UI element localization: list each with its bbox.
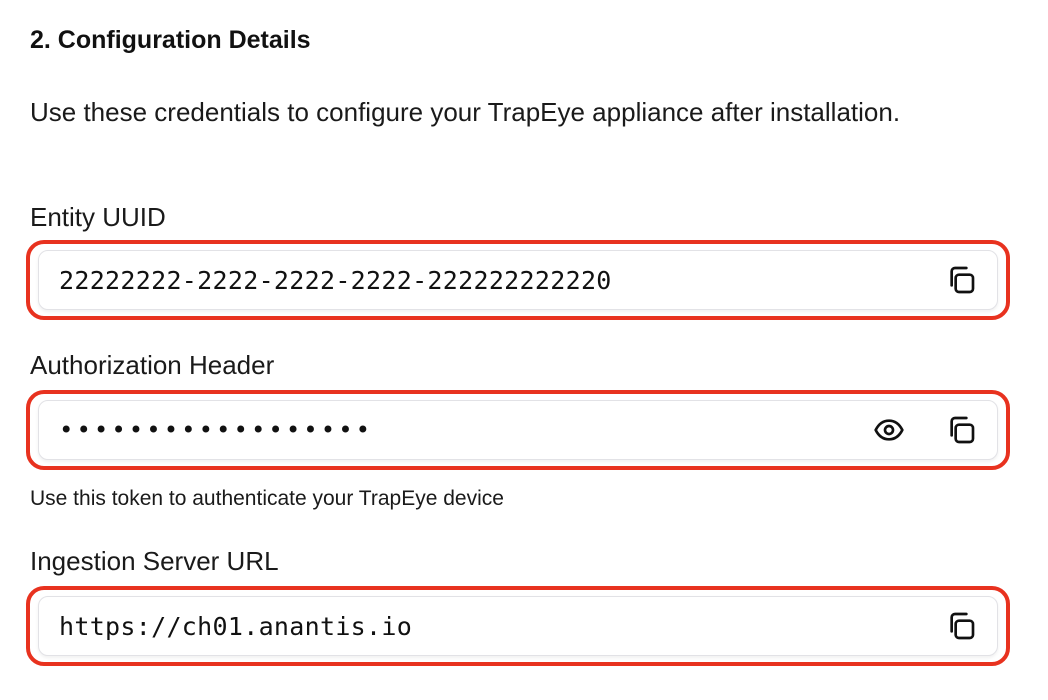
copy-icon (950, 266, 975, 294)
section-title: 2. Configuration Details (30, 26, 311, 54)
ingestion-server-url-value[interactable]: https://ch01.anantis.io (59, 612, 941, 641)
copy-authorization-header-button[interactable] (941, 410, 981, 450)
eye-icon (874, 419, 904, 441)
toggle-visibility-button[interactable] (869, 410, 909, 450)
configuration-details-section: 2. Configuration Details Use these crede… (0, 0, 1048, 700)
authorization-header-helper: Use this token to authenticate your Trap… (30, 487, 504, 510)
entity-uuid-label: Entity UUID (30, 202, 166, 232)
entity-uuid-field[interactable]: 22222222-2222-2222-2222-222222222220 (38, 250, 998, 310)
ingestion-server-url-highlight: https://ch01.anantis.io (26, 586, 1010, 666)
authorization-header-label: Authorization Header (30, 350, 275, 380)
copy-ingestion-server-url-button[interactable] (941, 606, 981, 646)
authorization-header-value[interactable]: •••••••••••••••••• (59, 416, 869, 444)
section-description: Use these credentials to configure your … (30, 97, 901, 127)
copy-icon (950, 416, 975, 444)
entity-uuid-value[interactable]: 22222222-2222-2222-2222-222222222220 (59, 266, 941, 295)
entity-uuid-highlight: 22222222-2222-2222-2222-222222222220 (26, 240, 1010, 320)
copy-icon (950, 612, 975, 640)
authorization-header-highlight: •••••••••••••••••• (26, 390, 1010, 470)
authorization-header-field[interactable]: •••••••••••••••••• (38, 400, 998, 460)
ingestion-server-url-field[interactable]: https://ch01.anantis.io (38, 596, 998, 656)
ingestion-server-url-label: Ingestion Server URL (30, 546, 279, 576)
copy-entity-uuid-button[interactable] (941, 260, 981, 300)
